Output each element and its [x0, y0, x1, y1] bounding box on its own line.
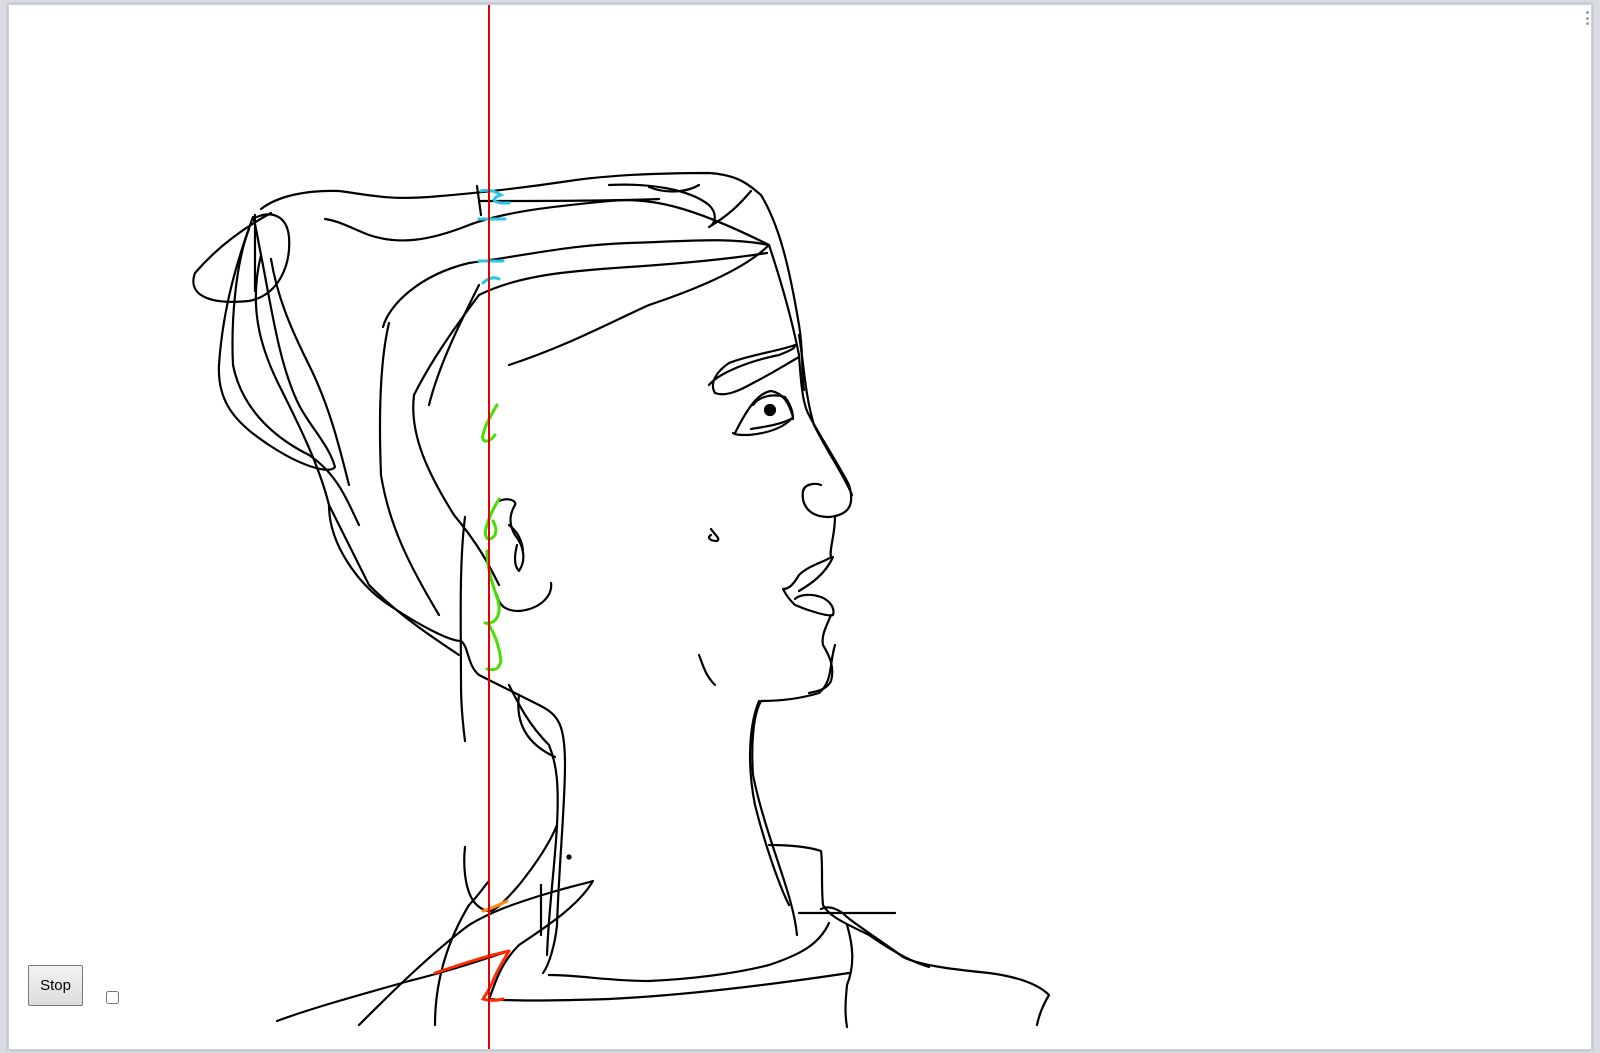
shoulder-stroke-3 [433, 879, 491, 1027]
hair-strand-2 [381, 239, 771, 367]
face-profile-stroke-2 [797, 333, 854, 497]
jaw-mark [697, 653, 717, 687]
shoulder-stroke-2 [357, 879, 851, 1027]
shoulder-stroke-5 [489, 823, 559, 913]
neck-back-stroke-4 [459, 515, 467, 743]
face-highlight-3 [483, 549, 501, 625]
eyebrow-stroke [707, 343, 801, 396]
face-profile-stroke [767, 243, 853, 519]
bun-stroke-2 [217, 215, 337, 471]
sketch-strokes [192, 171, 1051, 1029]
cheek-mark [707, 527, 720, 543]
hair-strand-1 [323, 198, 771, 247]
neck-front-stroke [767, 843, 931, 969]
neck-back-stroke-2 [507, 683, 559, 957]
dot-mark [566, 854, 572, 860]
face-highlight-2 [483, 497, 501, 541]
hair-strand-6 [427, 283, 481, 407]
drawing-canvas[interactable] [9, 5, 1591, 1049]
ear-stroke-1 [497, 498, 525, 573]
lip-stroke-3 [807, 613, 834, 695]
ear-stroke-3 [495, 581, 553, 613]
collar-stroke-4 [547, 921, 831, 983]
bun-stroke-3 [231, 227, 361, 527]
hair-highlight-4 [481, 276, 501, 285]
pupil [763, 403, 777, 417]
stop-button[interactable]: Stop [28, 965, 83, 1006]
lip-stroke-2 [797, 555, 835, 593]
highlight-strokes [433, 188, 511, 1002]
collar-stroke-3 [844, 923, 854, 1029]
hair-strand-4 [412, 251, 769, 397]
collar-stroke-2 [819, 906, 1051, 1027]
app-window: Stop [8, 4, 1592, 1050]
shoulder-stroke-4 [463, 845, 489, 913]
hair-strand-8 [477, 197, 661, 203]
toggle-checkbox[interactable] [106, 991, 119, 1004]
